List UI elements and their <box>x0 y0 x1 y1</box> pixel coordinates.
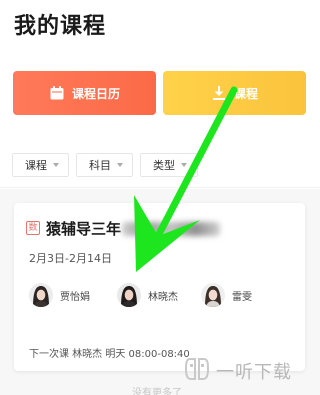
green-arrow-icon <box>134 86 238 272</box>
